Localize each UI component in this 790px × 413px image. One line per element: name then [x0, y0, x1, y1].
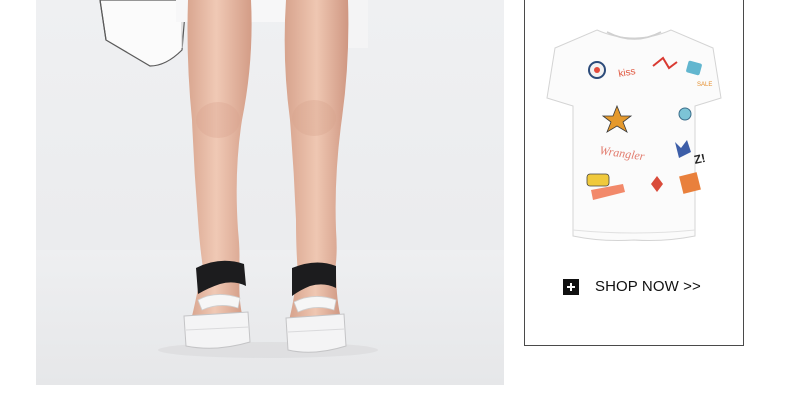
page: kiss SALE Wrangler Z! SHOP NOW >>	[0, 0, 790, 413]
svg-text:SALE: SALE	[697, 82, 712, 88]
product-lifestyle-photo	[36, 0, 504, 385]
shop-now-link[interactable]: SHOP NOW >>	[563, 278, 701, 295]
tshirt-product-image[interactable]: kiss SALE Wrangler Z!	[545, 24, 723, 246]
product-card: kiss SALE Wrangler Z! SHOP NOW >>	[524, 0, 744, 346]
shop-now-label: SHOP NOW >>	[595, 278, 701, 295]
plus-icon	[563, 278, 579, 295]
sandals-on-legs-image	[36, 0, 504, 385]
svg-text:Z!: Z!	[693, 151, 707, 167]
